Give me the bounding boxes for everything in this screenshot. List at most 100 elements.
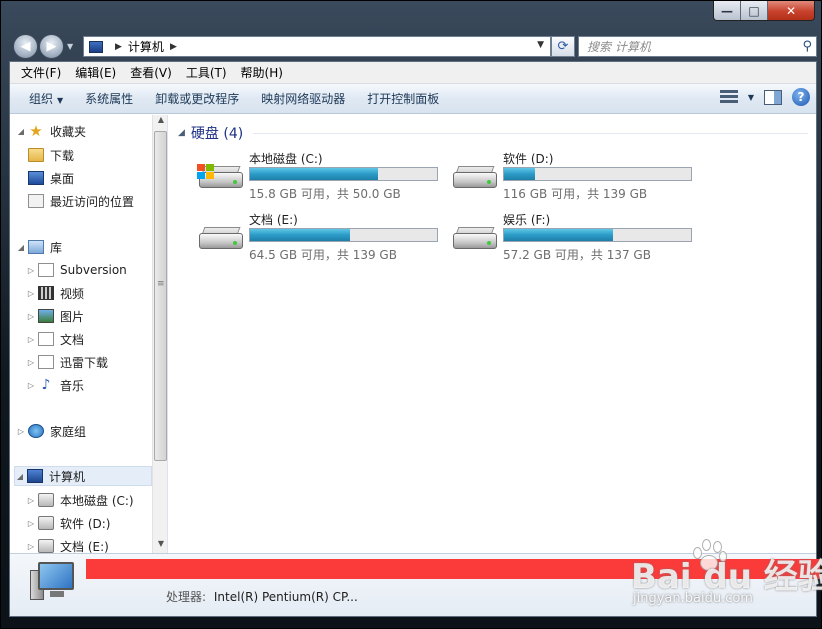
nav-item-desktop[interactable]: 桌面	[28, 168, 74, 188]
drive-e[interactable]: 文档 (E:) 64.5 GB 可用，共 139 GB	[197, 211, 447, 263]
scroll-down-icon[interactable]: ▼	[153, 539, 167, 553]
preview-pane-icon[interactable]	[764, 89, 782, 105]
drive-name: 本地磁盘 (C:)	[249, 152, 323, 166]
map-network-drive-button[interactable]: 映射网络驱动器	[250, 90, 356, 107]
nav-item-videos[interactable]: ▷ 视频	[26, 283, 84, 303]
expand-icon[interactable]: ▷	[26, 519, 36, 528]
nav-item-documents[interactable]: ▷ 文档	[26, 329, 84, 349]
menu-file[interactable]: 文件(F)	[14, 64, 68, 81]
hard-drives-group-header[interactable]: ◢ 硬盘 (4)	[178, 123, 808, 143]
nav-item-subversion[interactable]: ▷ Subversion	[26, 260, 127, 280]
expand-icon[interactable]: ▷	[26, 496, 36, 505]
back-button[interactable]: ◀	[13, 34, 38, 59]
nav-item-drive-d[interactable]: ▷ 软件 (D:)	[26, 513, 110, 533]
drive-name: 娱乐 (F:)	[503, 213, 551, 227]
chevron-right-icon[interactable]: ▶	[115, 42, 122, 52]
navigation-scrollbar[interactable]: ▲ ≡ ▼	[152, 115, 167, 553]
recent-pages-dropdown[interactable]: ▼	[67, 42, 73, 51]
breadcrumb-computer[interactable]: 计算机	[128, 38, 164, 55]
computer-icon	[30, 562, 74, 602]
menu-help[interactable]: 帮助(H)	[234, 64, 290, 81]
expand-icon[interactable]: ◢	[16, 243, 26, 252]
expand-icon[interactable]: ▷	[26, 542, 36, 551]
search-icon[interactable]: ⚲	[802, 39, 812, 54]
search-input[interactable]: 搜索 计算机 ⚲	[578, 36, 817, 57]
nav-computer[interactable]: ◢ 计算机	[14, 466, 152, 486]
scrollbar-grip-icon: ≡	[157, 279, 165, 289]
expand-icon[interactable]: ▷	[26, 289, 36, 298]
nav-item-drive-c[interactable]: ▷ 本地磁盘 (C:)	[26, 490, 134, 510]
drive-f[interactable]: 娱乐 (F:) 57.2 GB 可用，共 137 GB	[451, 211, 701, 263]
expand-icon[interactable]: ▷	[26, 381, 36, 390]
nav-label: 音乐	[60, 378, 85, 393]
uninstall-program-button[interactable]: 卸载或更改程序	[144, 90, 250, 107]
subversion-icon	[38, 263, 54, 277]
nav-label: 收藏夹	[50, 124, 87, 139]
file-list-pane: ◢ 硬盘 (4) 本地磁盘 (C:) 15.8 GB 可用，共 50.0 GB …	[170, 115, 816, 553]
drive-icon	[451, 164, 497, 194]
help-icon[interactable]: ?	[792, 88, 810, 106]
expand-icon[interactable]: ◢	[15, 472, 25, 481]
nav-item-recent-places[interactable]: 最近访问的位置	[28, 191, 134, 211]
nav-item-drive-e[interactable]: ▷ 文档 (E:)	[26, 536, 109, 553]
menu-tools[interactable]: 工具(T)	[179, 64, 234, 81]
drive-free-space: 64.5 GB 可用，共 139 GB	[249, 248, 397, 262]
nav-item-pictures[interactable]: ▷ 图片	[26, 306, 84, 326]
expand-icon[interactable]: ◢	[16, 127, 26, 136]
nav-item-thunder-downloads[interactable]: ▷ 迅雷下载	[26, 352, 108, 372]
nav-label: Subversion	[60, 263, 127, 277]
nav-item-downloads[interactable]: 下载	[28, 145, 74, 165]
nav-item-music[interactable]: ▷ ♪ 音乐	[26, 375, 84, 395]
window-body: ◀ ▶ ▼ ▶ 计算机 ▶ ▼ ⟳ 搜索 计算机 ⚲ 文件(F) 编辑(E) 查…	[9, 31, 820, 617]
drive-usage-bar	[249, 167, 438, 181]
expand-icon[interactable]: ▷	[26, 358, 36, 367]
maximize-button[interactable]: □	[741, 1, 768, 20]
refresh-button[interactable]: ⟳	[551, 36, 575, 57]
menu-view[interactable]: 查看(V)	[123, 64, 179, 81]
downloads-library-icon	[38, 355, 54, 369]
forward-button[interactable]: ▶	[39, 34, 64, 59]
close-button[interactable]: ✕	[768, 1, 814, 20]
scroll-up-icon[interactable]: ▲	[153, 115, 167, 129]
recent-places-icon	[28, 194, 44, 208]
chevron-right-icon[interactable]: ▶	[170, 42, 177, 52]
computer-icon	[89, 40, 103, 53]
document-library-icon	[38, 332, 54, 346]
scrollbar-thumb[interactable]	[154, 131, 167, 461]
library-icon	[28, 240, 44, 254]
expand-icon[interactable]: ▷	[26, 312, 36, 321]
address-dropdown-icon[interactable]: ▼	[537, 40, 544, 50]
star-icon: ★	[29, 122, 43, 140]
nav-favorites[interactable]: ◢ ★ 收藏夹	[16, 121, 86, 141]
command-bar: 组织 ▼ 系统属性 卸载或更改程序 映射网络驱动器 打开控制面板 ▼ ?	[10, 84, 816, 114]
nav-homegroup[interactable]: ▷ 家庭组	[16, 421, 86, 441]
drive-free-space: 116 GB 可用，共 139 GB	[503, 187, 648, 201]
minimize-button[interactable]: —	[714, 1, 741, 20]
video-library-icon	[38, 286, 54, 300]
nav-libraries[interactable]: ◢ 库	[16, 237, 62, 257]
expand-icon[interactable]: ▷	[26, 266, 36, 275]
open-control-panel-button[interactable]: 打开控制面板	[356, 90, 450, 107]
change-view-icon[interactable]	[719, 90, 738, 104]
menu-edit[interactable]: 编辑(E)	[68, 64, 123, 81]
redaction-bar	[86, 559, 820, 579]
drive-icon	[451, 225, 497, 255]
nav-label: 家庭组	[50, 424, 87, 439]
expand-icon[interactable]: ▷	[26, 335, 36, 344]
system-properties-button[interactable]: 系统属性	[74, 90, 144, 107]
view-options-dropdown-icon[interactable]: ▼	[748, 93, 754, 102]
forward-arrow-icon: ▶	[46, 39, 57, 54]
drive-d[interactable]: 软件 (D:) 116 GB 可用，共 139 GB	[451, 150, 701, 202]
drive-usage-fill	[250, 168, 378, 180]
expand-icon[interactable]: ▷	[16, 427, 26, 436]
computer-icon	[27, 469, 43, 483]
music-note-icon: ♪	[41, 377, 51, 393]
group-title: 硬盘 (4)	[190, 126, 244, 142]
nav-label: 图片	[60, 309, 85, 324]
drive-c[interactable]: 本地磁盘 (C:) 15.8 GB 可用，共 50.0 GB	[197, 150, 447, 202]
address-bar[interactable]: ▶ 计算机 ▶ ▼	[83, 36, 551, 57]
collapse-group-icon[interactable]: ◢	[178, 128, 185, 138]
chevron-down-icon: ▼	[57, 96, 64, 105]
drive-usage-fill	[250, 229, 351, 241]
organize-button[interactable]: 组织 ▼	[18, 90, 74, 107]
